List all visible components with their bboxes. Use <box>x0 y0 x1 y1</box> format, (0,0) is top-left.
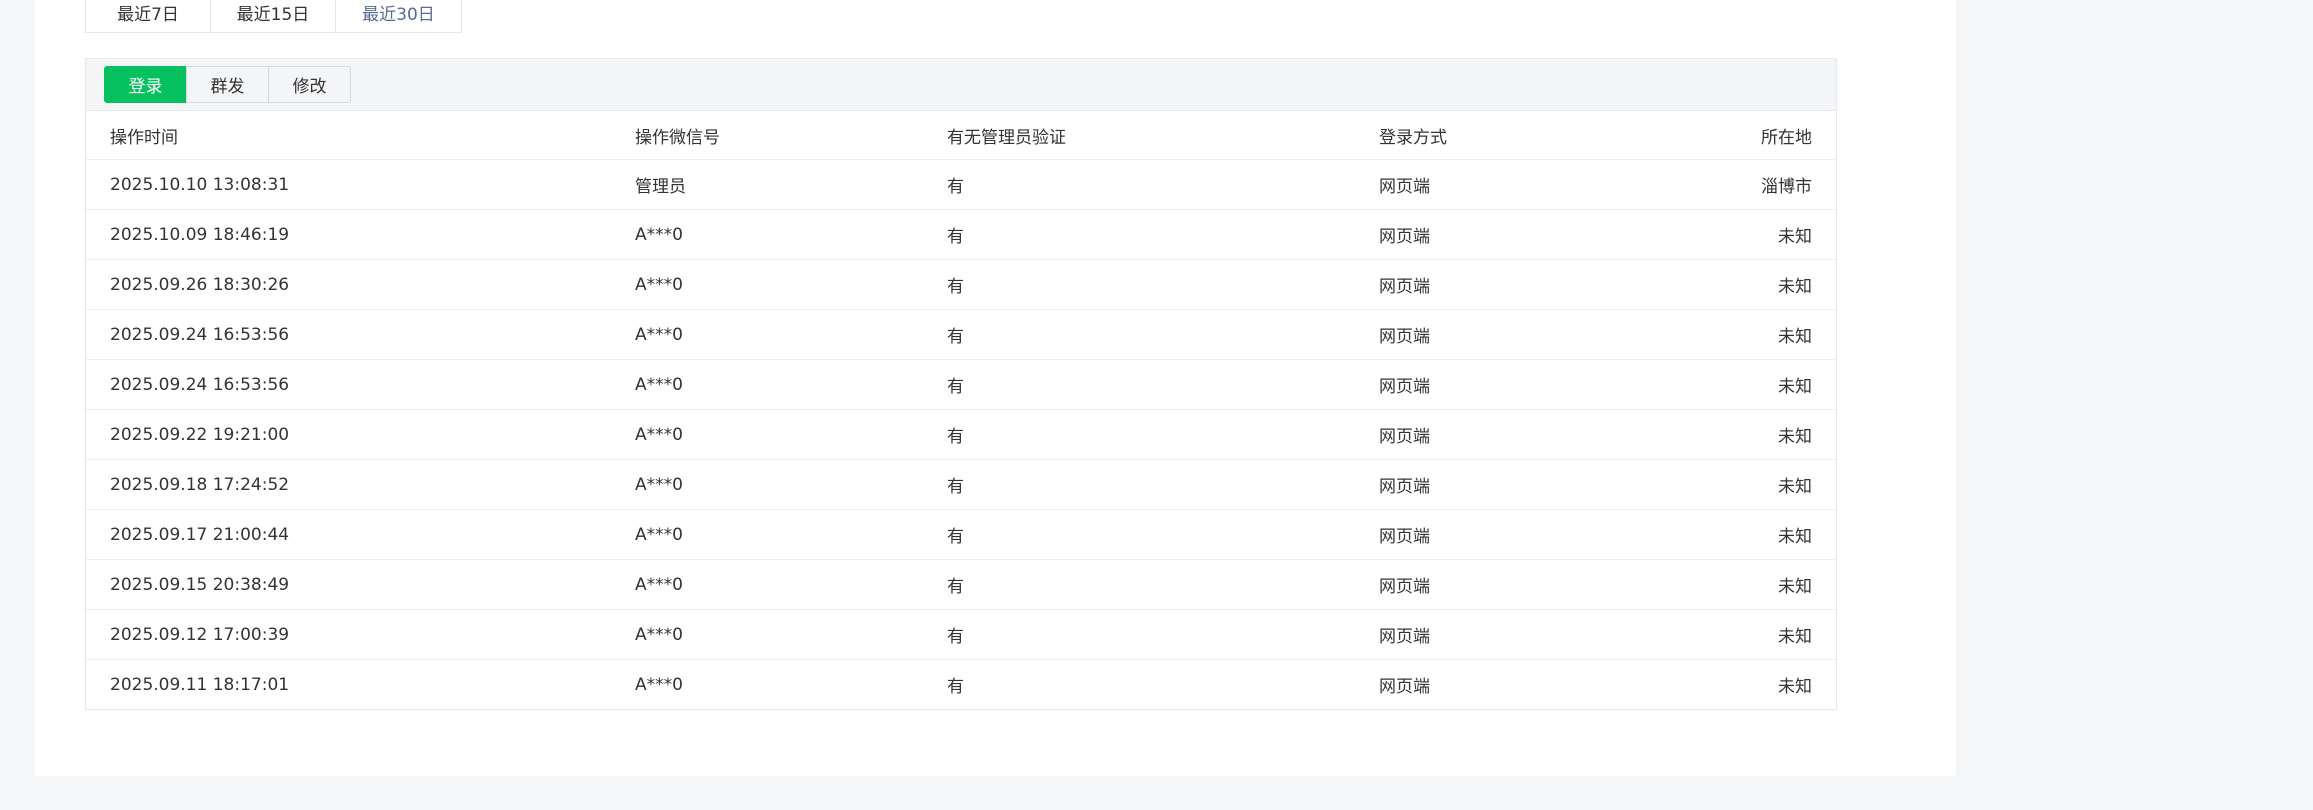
table-row: 2025.09.24 16:53:56 A***0 有网页端 未知 <box>86 359 1836 410</box>
cell-wechat-id: A***0 <box>635 409 947 460</box>
cell-login-method: 网页端 <box>1379 459 1679 510</box>
cell-time: 2025.09.17 21:00:44 <box>86 509 635 560</box>
column-header-wechat-id: 操作微信号 <box>635 111 947 160</box>
cell-wechat-id: A***0 <box>635 259 947 310</box>
cell-location: 未知 <box>1679 459 1836 510</box>
cell-admin-verification: 有 <box>947 159 1379 210</box>
cell-wechat-id: A***0 <box>635 674 683 695</box>
table-row: 2025.09.15 20:38:49 A***0 有网页端 未知 <box>86 559 1836 610</box>
cell-admin-verification: 有 <box>947 459 1379 510</box>
cell-admin-verification: 有 <box>947 609 1379 660</box>
cell-admin-verification: 有 <box>947 559 1379 610</box>
cell-admin-verification: 有 <box>947 209 1379 260</box>
cell-location: 未知 <box>1679 309 1836 360</box>
cell-location: 未知 <box>1679 359 1836 410</box>
cell-time: 2025.09.12 17:00:39 <box>86 609 635 660</box>
table-row: 2025.10.09 18:46:19 A***0 有网页端 未知 <box>86 209 1836 260</box>
cell-login-method: 网页端 <box>1379 359 1679 410</box>
cell-admin-verification: 有 <box>947 409 1379 460</box>
cell-admin-verification: 有 <box>947 259 1379 310</box>
cell-admin-verification: 有 <box>947 309 1379 360</box>
log-type-toolbar: 登录 群发 修改 <box>86 59 1836 111</box>
cell-location: 未知 <box>1679 509 1836 560</box>
table-row: 2025.09.12 17:00:39 A***0 有网页端 未知 <box>86 609 1836 660</box>
cell-location: 未知 <box>1679 609 1836 660</box>
cell-login-method: 网页端 <box>1379 677 1430 697</box>
date-range-tabs: 最近7日 最近15日 最近30日 <box>85 0 462 33</box>
broadcast-filter-button[interactable]: 群发 <box>186 66 269 103</box>
cell-location: 未知 <box>1679 409 1836 460</box>
operation-log-table: 操作时间 操作微信号 有无管理员验证 登录方式 所在地 2025.10.10 1… <box>86 111 1836 709</box>
column-header-admin-verification: 有无管理员验证 <box>947 111 1379 160</box>
cell-wechat-id: A***0 <box>635 509 947 560</box>
cell-time: 2025.09.24 16:53:56 <box>86 309 635 360</box>
cell-wechat-id: A***0 <box>635 359 947 410</box>
cell-time: 2025.09.24 16:53:56 <box>86 359 635 410</box>
cell-wechat-id: 管理员 <box>635 159 947 210</box>
range-tab-30-days[interactable]: 最近30日 <box>336 0 461 32</box>
table-body: 2025.10.10 13:08:31 管理员有网页端 淄博市 2025.10.09 … <box>86 159 1836 710</box>
cell-time: 2025.09.22 19:21:00 <box>86 409 635 460</box>
cell-time: 2025.10.09 18:46:19 <box>86 209 635 260</box>
range-tab-7-days[interactable]: 最近7日 <box>86 0 211 32</box>
table-row: 2025.09.22 19:21:00 A***0 有网页端 未知 <box>86 409 1836 460</box>
cell-time: 2025.09.11 18:17:01 <box>110 674 290 695</box>
cell-wechat-id: A***0 <box>635 309 947 360</box>
cell-location: 未知 <box>1778 677 1812 697</box>
cell-login-method: 网页端 <box>1379 159 1679 210</box>
cell-wechat-id: A***0 <box>635 609 947 660</box>
cell-location: 淄博市 <box>1679 159 1836 210</box>
cell-login-method: 网页端 <box>1379 209 1679 260</box>
column-header-time: 操作时间 <box>86 111 635 160</box>
cell-location: 未知 <box>1679 559 1836 610</box>
table-row: 2025.09.26 18:30:26 A***0 有网页端 未知 <box>86 259 1836 310</box>
cell-login-method: 网页端 <box>1379 609 1679 660</box>
cell-login-method: 网页端 <box>1379 409 1679 460</box>
cell-location: 未知 <box>1679 209 1836 260</box>
column-header-login-method: 登录方式 <box>1379 111 1679 160</box>
cell-time: 2025.09.15 20:38:49 <box>86 559 635 610</box>
cell-location: 未知 <box>1679 259 1836 310</box>
cell-login-method: 网页端 <box>1379 309 1679 360</box>
table-header-row: 操作时间 操作微信号 有无管理员验证 登录方式 所在地 <box>86 111 1836 160</box>
cell-time: 2025.10.10 13:08:31 <box>86 159 635 210</box>
table-row: 2025.10.10 13:08:31 管理员有网页端 淄博市 <box>86 159 1836 210</box>
cell-login-method: 网页端 <box>1379 559 1679 610</box>
cell-login-method: 网页端 <box>1379 259 1679 310</box>
table-row: 2025.09.24 16:53:56 A***0 有网页端 未知 <box>86 309 1836 360</box>
cell-wechat-id: A***0 <box>635 209 947 260</box>
cell-time: 2025.09.26 18:30:26 <box>86 259 635 310</box>
table-row: 2025.09.18 17:24:52 A***0 有网页端 未知 <box>86 459 1836 510</box>
login-filter-button[interactable]: 登录 <box>104 66 187 103</box>
cell-admin-verification: 有 <box>947 359 1379 410</box>
cell-admin-verification: 有 <box>947 677 964 697</box>
range-tab-15-days[interactable]: 最近15日 <box>211 0 336 32</box>
log-type-button-group: 登录 群发 修改 <box>104 66 351 103</box>
modify-filter-button[interactable]: 修改 <box>268 66 351 103</box>
table-row: 2025.09.11 18:17:01 A***0 有 网页端 未知 <box>86 660 1836 710</box>
table-row: 2025.09.17 21:00:44 A***0 有网页端 未知 <box>86 509 1836 560</box>
cell-login-method: 网页端 <box>1379 509 1679 560</box>
cell-admin-verification: 有 <box>947 509 1379 560</box>
cell-wechat-id: A***0 <box>635 559 947 610</box>
column-header-location: 所在地 <box>1679 111 1836 160</box>
operation-log-panel: 登录 群发 修改 操作时间 操作微信号 有无管理员验证 登录方式 所在地 202… <box>85 58 1837 710</box>
cell-wechat-id: A***0 <box>635 459 947 510</box>
cell-time: 2025.09.18 17:24:52 <box>86 459 635 510</box>
